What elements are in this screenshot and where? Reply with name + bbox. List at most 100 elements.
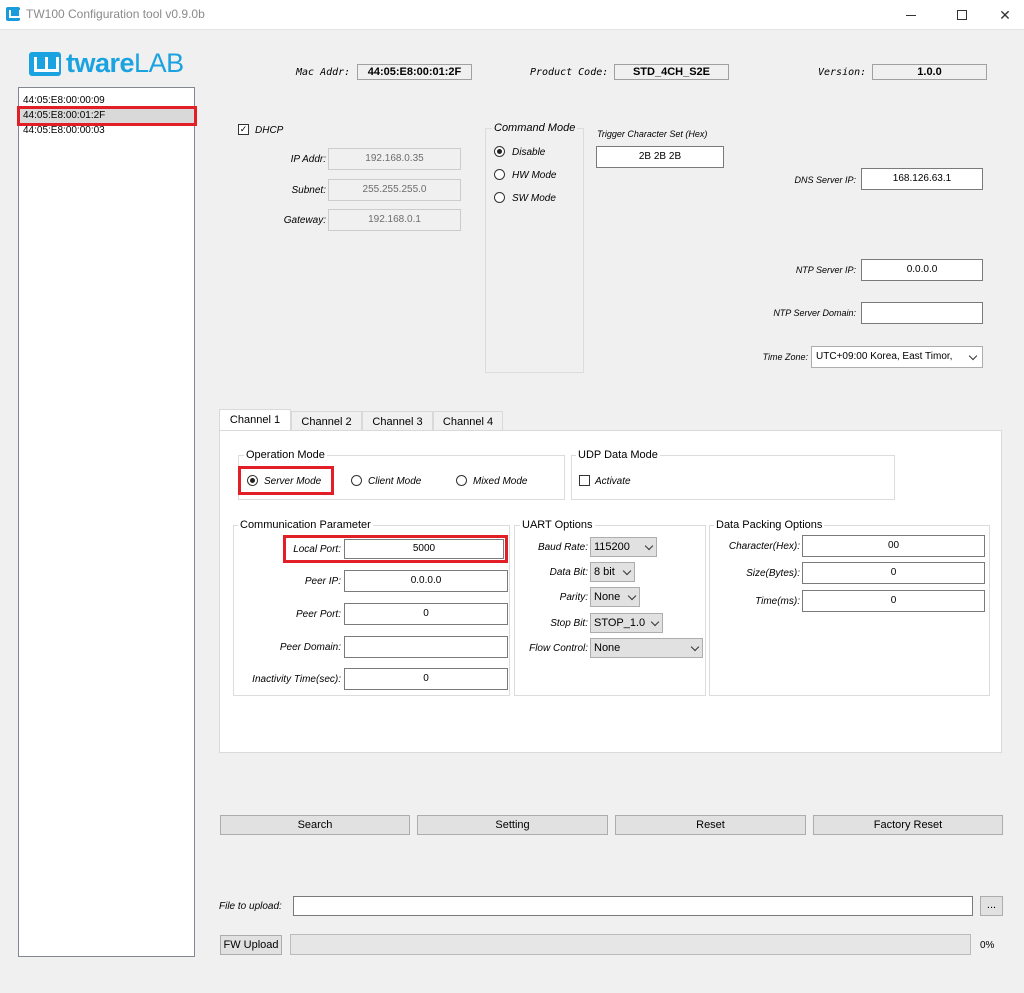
dns-field[interactable]: 168.126.63.1 [861,168,983,190]
flow-select[interactable]: None [590,638,703,658]
parity-label: Parity: [520,592,588,603]
comm-title: Communication Parameter [238,519,373,531]
version-label: Version: [818,67,866,78]
file-upload-field[interactable] [293,896,973,916]
cmd-disable-radio[interactable] [494,146,505,157]
inactivity-label: Inactivity Time(sec): [236,674,341,685]
local-port-label: Local Port: [240,544,341,555]
stopbit-label: Stop Bit: [520,618,588,629]
browse-button[interactable]: ... [980,896,1003,916]
peer-port-field[interactable]: 0 [344,603,508,625]
subnet-label: Subnet: [250,185,326,196]
peer-ip-label: Peer IP: [240,576,341,587]
time-label: Time(ms): [712,596,800,607]
ntp-domain-label: NTP Server Domain: [740,308,856,318]
timezone-value: UTC+09:00 Korea, East Timor, [816,351,952,362]
uart-title: UART Options [520,519,595,531]
databit-label: Data Bit: [520,567,588,578]
flow-label: Flow Control: [516,643,588,654]
ntp-ip-label: NTP Server IP: [740,265,856,275]
server-mode-radio[interactable] [247,475,258,486]
tab-channel-4[interactable]: Channel 4 [433,411,503,432]
ntp-domain-field[interactable] [861,302,983,324]
size-label: Size(Bytes): [712,568,800,579]
close-button[interactable]: ✕ [982,0,1024,30]
trigger-field[interactable]: 2B 2B 2B [596,146,724,168]
baud-label: Baud Rate: [520,542,588,553]
parity-value: None [594,591,620,603]
stopbit-value: STOP_1.0 [594,617,645,629]
mixed-mode-radio[interactable] [456,475,467,486]
logo-brand: tware [66,48,134,78]
operation-mode-title: Operation Mode [244,449,327,461]
chevron-down-icon [969,352,977,360]
command-mode-title: Command Mode [492,122,577,134]
device-item-selected[interactable]: 44:05:E8:00:01:2F [20,109,194,123]
dns-label: DNS Server IP: [740,175,856,185]
version-value: 1.0.0 [872,64,987,80]
upload-progress-text: 0% [980,940,994,951]
ip-label: IP Addr: [250,154,326,165]
local-port-field[interactable]: 5000 [344,539,504,559]
subnet-field[interactable]: 255.255.255.0 [328,179,461,201]
inactivity-field[interactable]: 0 [344,668,508,690]
ip-field[interactable]: 192.168.0.35 [328,148,461,170]
cmd-sw-label: SW Mode [512,193,556,204]
factory-reset-button[interactable]: Factory Reset [813,815,1003,835]
mac-label: Mac Addr: [296,67,350,78]
client-mode-radio[interactable] [351,475,362,486]
tab-channel-3[interactable]: Channel 3 [362,411,433,432]
char-label: Character(Hex): [712,541,800,552]
databit-value: 8 bit [594,566,615,578]
fw-upload-button[interactable]: FW Upload [220,935,282,955]
chevron-down-icon [691,643,699,651]
app-icon [6,7,20,21]
udp-activate-checkbox[interactable] [579,475,590,486]
peer-port-label: Peer Port: [240,609,341,620]
gateway-label: Gateway: [250,215,326,226]
chevron-down-icon [623,567,631,575]
dhcp-checkbox[interactable]: ✓ [238,124,249,135]
ntp-ip-field[interactable]: 0.0.0.0 [861,259,983,281]
device-item[interactable]: 44:05:E8:00:00:09 [23,94,191,108]
gateway-field[interactable]: 192.168.0.1 [328,209,461,231]
peer-ip-field[interactable]: 0.0.0.0 [344,570,508,592]
baud-select[interactable]: 115200 [590,537,657,557]
peer-domain-label: Peer Domain: [240,642,341,653]
stopbit-select[interactable]: STOP_1.0 [590,613,663,633]
logo-mark [29,52,61,76]
timezone-select[interactable]: UTC+09:00 Korea, East Timor, [811,346,983,368]
logo: twareLAB [66,48,184,79]
upload-progress-bar [290,934,971,955]
search-button[interactable]: Search [220,815,410,835]
databit-select[interactable]: 8 bit [590,562,635,582]
cmd-sw-radio[interactable] [494,192,505,203]
cmd-hw-radio[interactable] [494,169,505,180]
udp-activate-label: Activate [595,476,631,487]
window-title: TW100 Configuration tool v0.9.0b [26,7,205,21]
char-field[interactable]: 00 [802,535,985,557]
parity-select[interactable]: None [590,587,640,607]
flow-value: None [594,642,620,654]
title-bar: TW100 Configuration tool v0.9.0b ✕ [0,0,1024,30]
minimize-button[interactable] [888,0,934,30]
command-mode-group [485,128,584,373]
peer-domain-field[interactable] [344,636,508,658]
tab-channel-2[interactable]: Channel 2 [291,411,362,432]
setting-button[interactable]: Setting [417,815,608,835]
device-item[interactable]: 44:05:E8:00:00:03 [23,124,191,138]
baud-value: 115200 [594,541,630,553]
reset-button[interactable]: Reset [615,815,806,835]
close-icon: ✕ [999,7,1011,24]
time-field[interactable]: 0 [802,590,985,612]
mixed-mode-label: Mixed Mode [473,476,527,487]
file-upload-label: File to upload: [219,901,282,912]
timezone-label: Time Zone: [740,352,808,362]
size-field[interactable]: 0 [802,562,985,584]
tab-channel-1[interactable]: Channel 1 [219,409,291,432]
product-value: STD_4CH_S2E [614,64,729,80]
udp-title: UDP Data Mode [576,449,660,461]
mac-value: 44:05:E8:00:01:2F [357,64,472,80]
device-list[interactable]: 44:05:E8:00:00:09 44:05:E8:00:01:2F 44:0… [18,87,195,957]
maximize-button[interactable] [939,0,985,30]
